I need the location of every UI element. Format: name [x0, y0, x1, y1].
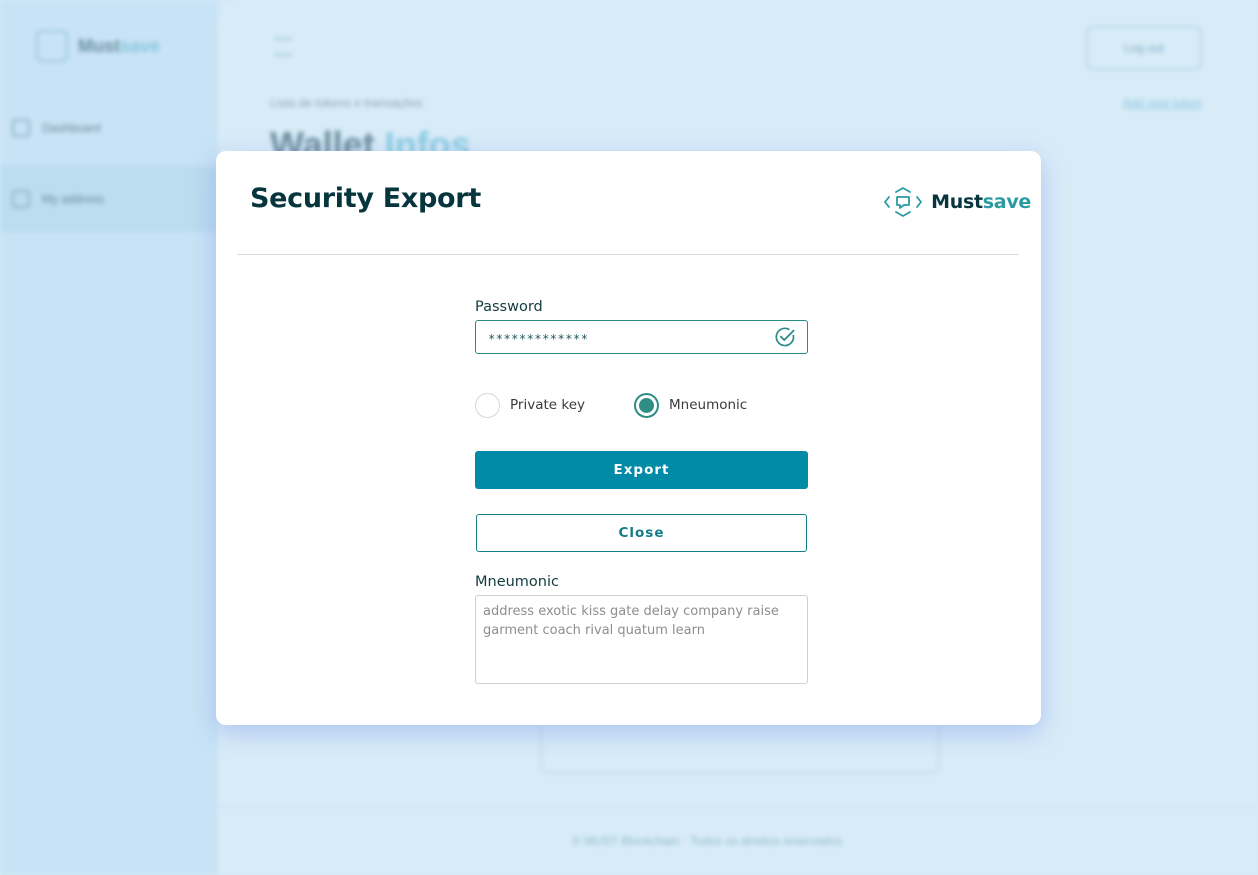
- brand-logo: Mustsave: [883, 183, 1031, 221]
- modal-title: Security Export: [250, 183, 481, 214]
- close-button[interactable]: Close: [476, 514, 807, 552]
- export-type-radio-group: Private key Mneumonic: [475, 392, 808, 418]
- mustsave-logo-icon: [36, 30, 68, 62]
- sidebar-item-label: My address: [42, 192, 105, 206]
- sidebar-brand-name: Mustsave: [78, 35, 161, 56]
- grid-icon: [12, 119, 30, 137]
- footer-divider: [218, 806, 1258, 807]
- password-field[interactable]: [475, 320, 808, 354]
- mneumonic-radio[interactable]: [634, 392, 659, 418]
- brand-name: Mustsave: [931, 191, 1031, 213]
- private-key-radio[interactable]: [475, 392, 500, 418]
- radio-option-private-key[interactable]: Private key: [475, 392, 585, 418]
- check-circle-icon: [775, 327, 795, 347]
- header-divider: [237, 254, 1019, 255]
- sidebar-item-dashboard[interactable]: Dashboard: [0, 95, 218, 161]
- export-form: Password Private key Mneumonic Export Cl…: [475, 299, 808, 689]
- sidebar: Mustsave Dashboard My address: [0, 0, 218, 875]
- add-token-link[interactable]: Add new token: [1123, 96, 1202, 110]
- sidebar-item-my-address[interactable]: My address: [0, 166, 218, 232]
- menu-icon[interactable]: [274, 38, 292, 56]
- mneumonic-radio-label: Mneumonic: [669, 397, 748, 413]
- export-button[interactable]: Export: [475, 451, 808, 489]
- security-export-modal: Security Export Mustsave Password ******…: [216, 151, 1041, 725]
- footer-copyright: © MUST Blockchain · Todos os direitos re…: [572, 834, 843, 848]
- password-label: Password: [475, 299, 543, 315]
- sidebar-logo: Mustsave: [36, 30, 160, 62]
- mnemonic-textarea[interactable]: [475, 595, 808, 684]
- radio-selected-dot: [639, 397, 654, 413]
- mustsave-logo-icon: [884, 187, 923, 217]
- page-subtitle: Lista de tokens e transações: [270, 96, 423, 110]
- private-key-radio-label: Private key: [510, 397, 585, 413]
- logout-button[interactable]: Log out: [1086, 26, 1202, 70]
- radio-option-mneumonic[interactable]: Mneumonic: [634, 392, 748, 418]
- sidebar-item-label: Dashboard: [42, 121, 101, 135]
- mnemonic-label: Mneumonic: [475, 574, 559, 590]
- pencil-icon: [12, 190, 30, 208]
- password-input[interactable]: [476, 321, 766, 353]
